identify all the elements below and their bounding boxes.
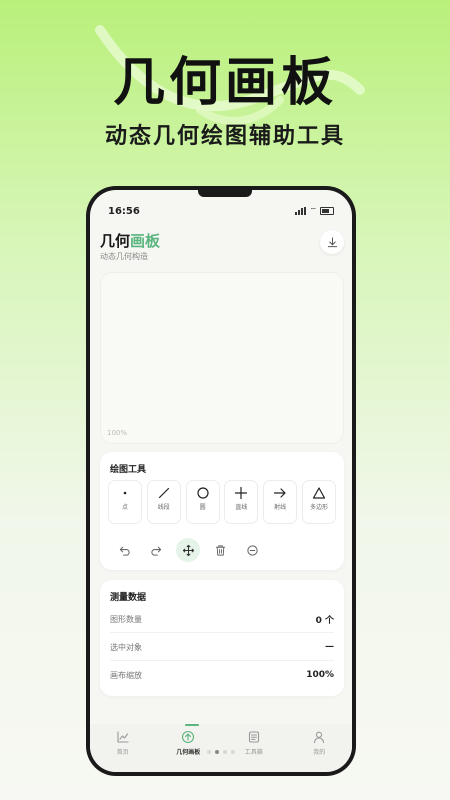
battery-icon [320, 207, 334, 215]
data-label: 选中对象 [110, 642, 142, 652]
tool-label: 直线 [235, 504, 248, 511]
measurement-card: 测量数据 图形数量 0 个 选中对象 — 画布缩放 100% [100, 580, 344, 696]
tool-label: 点 [121, 504, 128, 511]
tools-card-title: 绘图工具 [110, 465, 147, 475]
pager-dot [223, 750, 227, 754]
undo-button[interactable] [112, 538, 136, 562]
pager-dot [207, 750, 211, 754]
line-icon [235, 486, 248, 500]
segment-icon [158, 487, 169, 499]
tool-point[interactable]: 点 [108, 480, 142, 524]
page-subtitle: 动态几何构造 [100, 252, 148, 261]
zoom-out-button[interactable] [240, 538, 264, 562]
data-value: 100% [306, 670, 334, 680]
data-value: — [325, 642, 334, 652]
redo-button[interactable] [144, 538, 168, 562]
tool-polygon[interactable]: 多边形 [301, 480, 336, 524]
status-time: 16:56 [108, 205, 140, 217]
polygon-icon [312, 487, 326, 499]
data-label: 画布缩放 [110, 670, 142, 680]
download-button[interactable] [320, 230, 344, 254]
data-value: 0 个 [315, 615, 334, 626]
tool-circle[interactable]: 圆 [185, 480, 220, 524]
nav-active-indicator [185, 724, 199, 726]
pager-dot-active [215, 750, 219, 754]
chart-line-icon [117, 731, 129, 743]
tool-label: 线段 [157, 504, 170, 511]
tool-label: 多边形 [309, 504, 328, 511]
delete-icon [215, 544, 225, 556]
tool-ray[interactable]: 射线 [263, 480, 298, 524]
pager-dots [90, 750, 352, 754]
list-icon [248, 731, 259, 743]
pager-dot [231, 750, 235, 754]
redo-icon [150, 546, 161, 556]
point-icon [123, 491, 127, 495]
status-icons: ⌔ [295, 206, 334, 216]
tools-card: 绘图工具 点 线段 圆 直线 射线 多边形 [100, 452, 344, 570]
page-title-part2: 画板 [130, 232, 161, 250]
promo-subtitle: 动态几何绘图辅助工具 [104, 124, 345, 149]
measurement-card-title: 测量数据 [110, 593, 147, 603]
ray-icon [274, 488, 286, 498]
data-row-zoom: 画布缩放 100% [110, 662, 334, 688]
delete-button[interactable] [208, 538, 232, 562]
download-icon [327, 236, 337, 247]
circle-icon [196, 487, 209, 499]
tool-label: 圆 [199, 504, 206, 511]
tools-row: 点 线段 圆 直线 射线 多边形 [108, 480, 336, 524]
page-title: 几何画板 [100, 230, 160, 251]
phone-notch [198, 190, 252, 197]
add-circle-icon [182, 730, 195, 744]
zoom-out-icon [246, 544, 258, 556]
tool-line[interactable]: 直线 [224, 480, 259, 524]
move-button[interactable] [176, 538, 200, 562]
tool-label: 射线 [274, 504, 287, 511]
move-icon [182, 544, 194, 556]
bottom-nav: 首页 几何画板 工具箱 我的 [90, 724, 352, 772]
status-bar: 16:56 ⌔ [108, 204, 334, 218]
user-icon [314, 731, 325, 744]
phone-frame: 16:56 ⌔ 几何画板 动态几何构造 100% 绘图工具 点 线段 圆 直线 … [86, 186, 356, 776]
data-row-selected: 选中对象 — [110, 634, 334, 661]
page-title-part1: 几何 [100, 232, 131, 250]
tool-segment[interactable]: 线段 [146, 480, 181, 524]
data-label: 图形数量 [110, 614, 142, 624]
wifi-icon: ⌔ [309, 206, 317, 215]
drawing-canvas[interactable]: 100% [100, 272, 344, 444]
promo-title: 几何画板 [112, 53, 337, 113]
action-row [112, 538, 264, 562]
canvas-zoom-label: 100% [107, 429, 128, 437]
undo-icon [119, 546, 130, 556]
signal-icon [295, 207, 307, 215]
phone-screen: 16:56 ⌔ 几何画板 动态几何构造 100% 绘图工具 点 线段 圆 直线 … [90, 190, 352, 772]
data-row-shape-count: 图形数量 0 个 [110, 606, 334, 633]
